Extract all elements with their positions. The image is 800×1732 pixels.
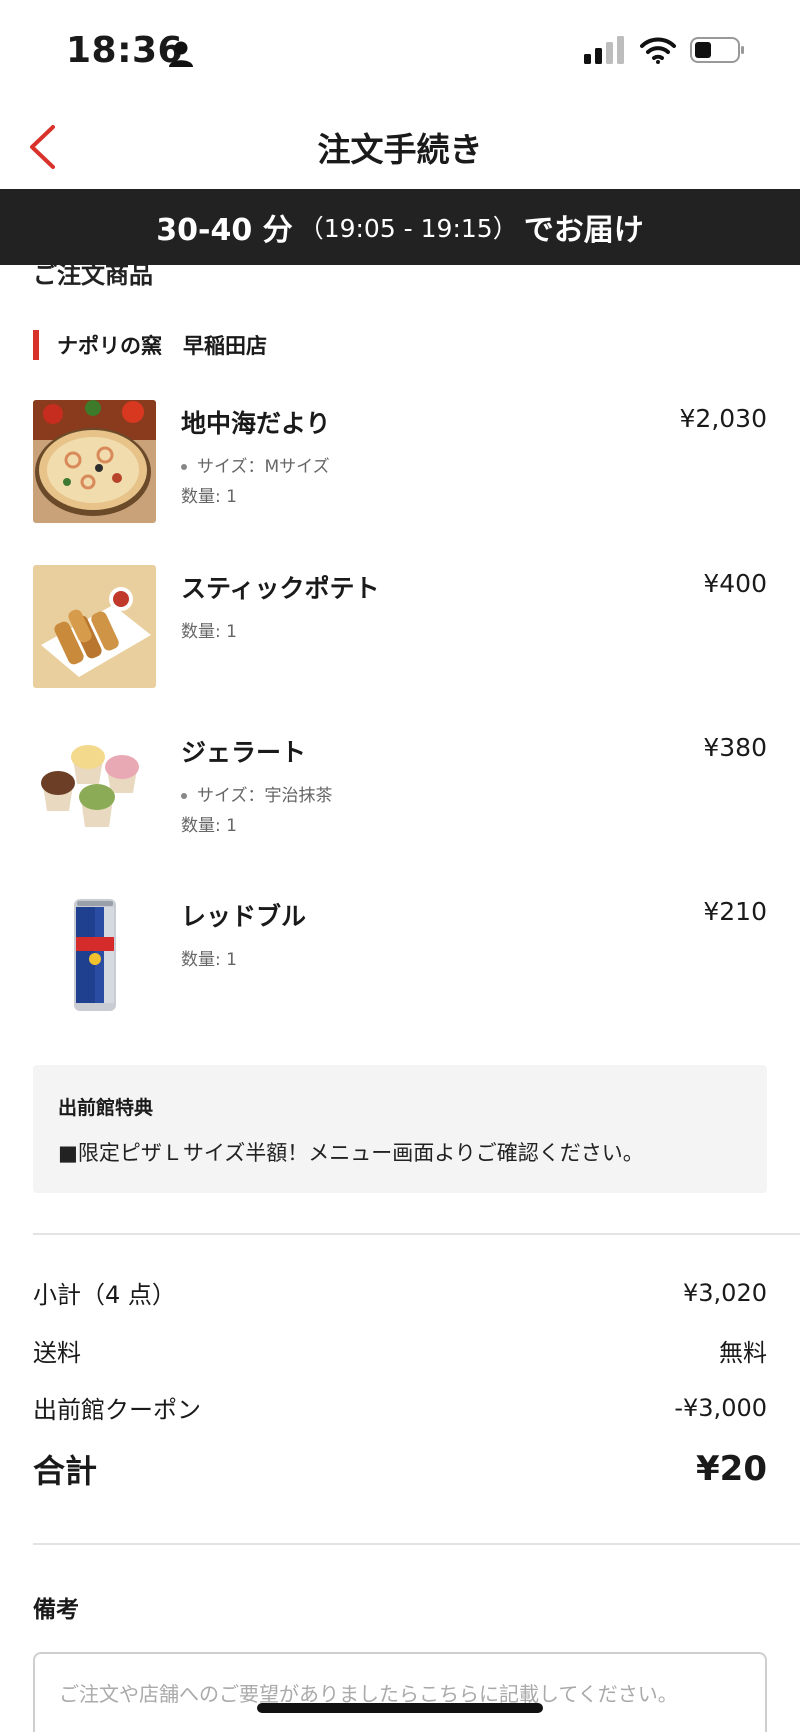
item-image-pizza [33, 400, 156, 523]
perk-title: 出前館特典 [58, 1097, 154, 1119]
memo-title: 備考 [33, 1597, 79, 1623]
item-image-redbull-can [33, 893, 156, 1016]
item-name: 地中海だより [181, 409, 331, 438]
item-price: ¥380 [703, 733, 767, 762]
coupon-value: -¥3,000 [674, 1393, 767, 1422]
coupon-label: 出前館クーポン [33, 1396, 201, 1424]
item-option: サイズ：Mサイズ [181, 452, 330, 477]
subtotal-value: ¥3,020 [683, 1278, 767, 1307]
item-name: ジェラート [181, 738, 307, 767]
item-price: ¥210 [703, 897, 767, 926]
shipping-value: 無料 [719, 1339, 767, 1367]
bullet-icon [181, 793, 187, 799]
delivery-range: 30-40 分 [156, 213, 293, 248]
item-image-potato [33, 565, 156, 688]
shipping-row: 送料 無料 [33, 1333, 767, 1368]
memo-input[interactable] [33, 1652, 767, 1732]
status-time: 18:36 [66, 30, 184, 71]
status-bar: 18:36 [0, 0, 800, 105]
cellular-signal-icon [584, 36, 624, 64]
subtotal-row: 小計（4 点） ¥3,020 [33, 1275, 767, 1310]
total-row: 合計 ¥20 [33, 1446, 767, 1492]
item-quantity: 数量: 1 [181, 622, 237, 642]
home-indicator [257, 1703, 543, 1713]
shop-name: ナポリの窯 早稲田店 [57, 334, 267, 358]
shop-accent-bar [33, 330, 39, 360]
item-quantity: 数量: 1 [181, 487, 237, 507]
wifi-icon [640, 37, 676, 64]
coupon-row: 出前館クーポン -¥3,000 [33, 1390, 767, 1425]
shipping-label: 送料 [33, 1339, 81, 1367]
shop-header: ナポリの窯 早稲田店 [33, 330, 267, 360]
perk-box: 出前館特典 ■限定ピザＬサイズ半額！メニュー画面よりご確認ください。 [33, 1065, 767, 1193]
item-option-text: サイズ：Mサイズ [197, 457, 330, 477]
item-quantity: 数量: 1 [181, 950, 237, 970]
person-icon [169, 41, 193, 67]
item-option: サイズ：宇治抹茶 [181, 781, 333, 806]
subtotal-label: 小計（4 点） [33, 1281, 176, 1309]
total-label: 合計 [33, 1452, 98, 1490]
item-name: レッドブル [181, 902, 307, 931]
item-quantity: 数量: 1 [181, 816, 237, 836]
item-option-text: サイズ：宇治抹茶 [197, 786, 333, 806]
delivery-window: （19:05 - 19:15） [298, 214, 518, 243]
total-value: ¥20 [696, 1449, 767, 1489]
delivery-time-banner: 30-40 分 （19:05 - 19:15） でお届け [0, 189, 800, 265]
bullet-icon [181, 464, 187, 470]
divider [33, 1543, 800, 1545]
item-image-gelato [33, 729, 156, 852]
perk-text: ■限定ピザＬサイズ半額！メニュー画面よりご確認ください。 [58, 1141, 644, 1165]
section-title-order-items: ご注文商品 [33, 261, 153, 289]
item-price: ¥400 [703, 569, 767, 598]
page-title: 注文手続き [317, 130, 483, 169]
item-name: スティックポテト [181, 574, 380, 603]
item-price: ¥2,030 [679, 404, 767, 433]
nav-bar: 注文手続き [0, 105, 800, 189]
battery-icon [690, 37, 744, 63]
divider [33, 1233, 800, 1235]
delivery-suffix: でお届け [523, 213, 644, 248]
